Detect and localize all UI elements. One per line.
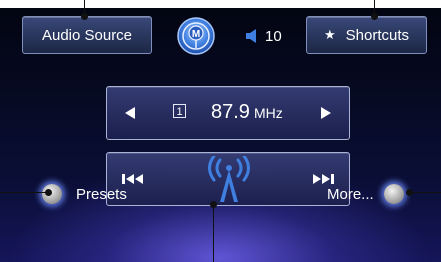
audio-source-label: Audio Source xyxy=(41,26,133,44)
callout-dot-seek xyxy=(210,201,217,208)
callout-dot-more xyxy=(406,189,413,196)
seek-panel xyxy=(106,152,350,206)
triangle-right-icon xyxy=(321,107,331,119)
more-button[interactable]: More... xyxy=(327,184,404,204)
callout-line-seek xyxy=(213,204,214,262)
svg-text:M: M xyxy=(192,29,200,40)
callout-dot-audio-source xyxy=(81,13,88,20)
radio-screen: Audio Source M 10 ★ Shortcuts 1 87.9 MHz… xyxy=(0,8,441,262)
volume-indicator: 10 xyxy=(244,24,282,48)
antenna-signal-icon xyxy=(208,156,250,202)
audio-source-button[interactable]: Audio Source xyxy=(22,16,152,54)
volume-level: 10 xyxy=(265,27,282,45)
frequency-panel: 1 87.9 MHz xyxy=(106,86,350,140)
frequency-unit: MHz xyxy=(253,105,283,121)
frequency-display: 87.9 MHz xyxy=(211,101,283,124)
triangle-left-icon xyxy=(125,107,135,119)
star-icon: ★ xyxy=(323,27,336,42)
shortcuts-label: Shortcuts xyxy=(345,26,410,44)
more-knob-icon xyxy=(383,184,404,204)
fm-mode-icon[interactable]: M xyxy=(176,16,216,56)
tune-down-button[interactable] xyxy=(121,104,139,122)
preset-number-badge: 1 xyxy=(173,104,186,118)
speaker-icon xyxy=(246,29,256,43)
tune-up-button[interactable] xyxy=(317,104,335,122)
callout-line-presets xyxy=(0,192,48,193)
callout-dot-shortcuts xyxy=(371,13,378,20)
presets-label: Presets xyxy=(76,185,127,203)
presets-button[interactable]: Presets xyxy=(42,184,127,204)
frequency-value: 87.9 xyxy=(211,101,250,123)
shortcuts-button[interactable]: ★ Shortcuts xyxy=(306,16,427,54)
callout-dot-presets xyxy=(45,189,52,196)
more-label: More... xyxy=(327,185,374,203)
